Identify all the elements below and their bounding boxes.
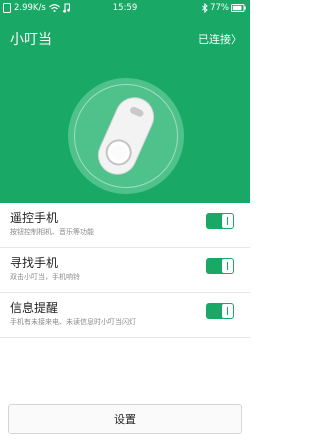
status-bar: 2.99K/s 15:59 77%: [0, 0, 250, 17]
bluetooth-icon: [202, 3, 208, 13]
settings-button[interactable]: 设置: [8, 404, 242, 434]
battery-icon: [231, 4, 246, 12]
connection-status-link[interactable]: 已连接〉: [198, 31, 242, 47]
header-banner: 2.99K/s 15:59 77% 小叮当 已连接〉: [0, 0, 250, 203]
app-title: 小叮当: [10, 32, 52, 48]
setting-title: 寻找手机: [10, 256, 59, 270]
notification-toggle[interactable]: [206, 303, 234, 319]
remote-control-toggle[interactable]: [206, 213, 234, 229]
setting-row-remote-control: 遥控手机 按钮控制相机、音乐等功能: [0, 203, 250, 248]
setting-title: 遥控手机: [10, 211, 59, 225]
keyfob-device-icon: [97, 97, 155, 175]
battery-percent: 77%: [210, 3, 229, 13]
find-phone-toggle[interactable]: [206, 258, 234, 274]
setting-description: 双击小叮当，手机响铃: [10, 273, 80, 281]
setting-description: 按钮控制相机、音乐等功能: [10, 228, 94, 236]
setting-row-notification: 信息提醒 手机有未接来电、未读信息时小叮当闪灯: [0, 293, 250, 338]
settings-list: 遥控手机 按钮控制相机、音乐等功能 寻找手机 双击小叮当，手机响铃 信息提醒 手…: [0, 203, 250, 338]
setting-title: 信息提醒: [10, 301, 59, 315]
setting-description: 手机有未接来电、未读信息时小叮当闪灯: [10, 318, 136, 326]
setting-row-find-phone: 寻找手机 双击小叮当，手机响铃: [0, 248, 250, 293]
